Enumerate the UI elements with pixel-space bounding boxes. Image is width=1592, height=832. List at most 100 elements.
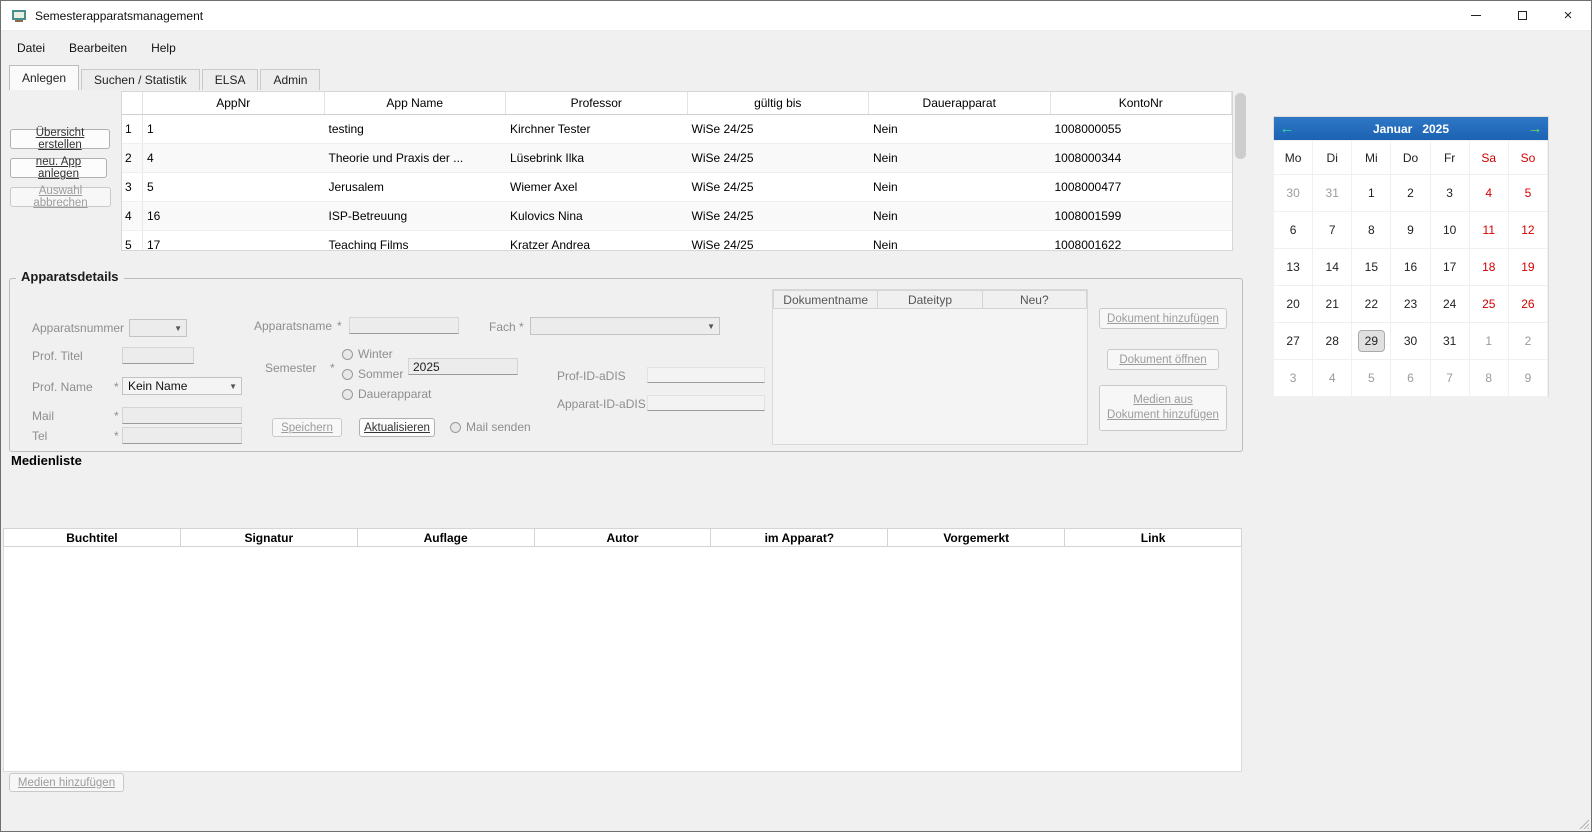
mail-senden-checkbox[interactable]: Mail senden xyxy=(450,420,531,434)
apps-column-header[interactable]: gültig bis xyxy=(688,92,870,114)
calendar-day[interactable]: 5 xyxy=(1351,359,1391,397)
fach-combo[interactable]: ▼ xyxy=(530,317,720,335)
tab-admin[interactable]: Admin xyxy=(260,69,320,90)
apps-table-row[interactable]: 24Theorie und Praxis der ...Lüsebrink Il… xyxy=(122,144,1232,173)
calendar-day[interactable]: 21 xyxy=(1312,285,1352,323)
media-column-header[interactable]: Vorgemerkt xyxy=(887,528,1065,547)
calendar-day[interactable]: 12 xyxy=(1508,211,1548,249)
apps-table-row[interactable]: 35JerusalemWiemer AxelWiSe 24/25Nein1008… xyxy=(122,173,1232,202)
calendar-day[interactable]: 3 xyxy=(1273,359,1313,397)
close-button[interactable]: × xyxy=(1545,1,1591,30)
calendar-day[interactable]: 10 xyxy=(1430,211,1470,249)
apps-table-row[interactable]: 517Teaching FilmsKratzer AndreaWiSe 24/2… xyxy=(122,231,1232,251)
tel-input[interactable] xyxy=(122,427,242,444)
apps-table-scrollbar[interactable] xyxy=(1233,91,1248,251)
calendar-day[interactable]: 16 xyxy=(1390,248,1430,286)
menu-datei[interactable]: Datei xyxy=(5,37,57,59)
mail-input[interactable] xyxy=(122,407,242,424)
tab-elsa[interactable]: ELSA xyxy=(202,69,259,90)
calendar-day[interactable]: 15 xyxy=(1351,248,1391,286)
calendar-day[interactable]: 2 xyxy=(1390,174,1430,212)
apps-column-header[interactable]: KontoNr xyxy=(1051,92,1233,114)
tab-anlegen[interactable]: Anlegen xyxy=(9,65,79,90)
calendar-day[interactable]: 4 xyxy=(1469,174,1509,212)
calendar-day[interactable]: 29 xyxy=(1351,322,1391,360)
calendar-day[interactable]: 31 xyxy=(1430,322,1470,360)
media-column-header[interactable]: im Apparat? xyxy=(710,528,888,547)
calendar-day[interactable]: 13 xyxy=(1273,248,1313,286)
winter-radio[interactable]: Winter xyxy=(342,347,393,361)
calendar-day[interactable]: 2 xyxy=(1508,322,1548,360)
speichern-button[interactable]: Speichern xyxy=(272,418,342,437)
tab-suchen-statistik[interactable]: Suchen / Statistik xyxy=(81,69,200,90)
aktualisieren-button[interactable]: Aktualisieren xyxy=(359,418,435,437)
media-column-header[interactable]: Autor xyxy=(534,528,712,547)
media-column-header[interactable]: Auflage xyxy=(357,528,535,547)
apparat-id-adis-input[interactable] xyxy=(647,395,765,411)
calendar-day[interactable]: 8 xyxy=(1351,211,1391,249)
semester-year-input[interactable] xyxy=(408,358,518,375)
prof-id-adis-input[interactable] xyxy=(647,367,765,383)
calendar-day[interactable]: 9 xyxy=(1390,211,1430,249)
calendar-day[interactable]: 6 xyxy=(1273,211,1313,249)
menu-bearbeiten[interactable]: Bearbeiten xyxy=(57,37,139,59)
resize-grip[interactable] xyxy=(1577,817,1589,829)
uebersicht-erstellen-button[interactable]: Übersicht erstellen xyxy=(10,129,110,149)
doc-column-dateityp[interactable]: Dateityp xyxy=(877,290,982,309)
apps-column-header[interactable]: Professor xyxy=(506,92,688,114)
neue-app-anlegen-button[interactable]: neu. App anlegen xyxy=(10,158,107,178)
calendar-month[interactable]: Januar xyxy=(1373,122,1412,136)
prof-name-combo[interactable]: Kein Name ▼ xyxy=(122,377,242,395)
apps-column-header[interactable]: Dauerapparat xyxy=(869,92,1051,114)
calendar-day[interactable]: 3 xyxy=(1430,174,1470,212)
calendar-day[interactable]: 11 xyxy=(1469,211,1509,249)
calendar-day[interactable]: 7 xyxy=(1430,359,1470,397)
calendar-day[interactable]: 18 xyxy=(1469,248,1509,286)
apparatsname-input[interactable] xyxy=(349,317,459,334)
calendar-day[interactable]: 17 xyxy=(1430,248,1470,286)
scrollbar-thumb[interactable] xyxy=(1235,93,1246,159)
calendar-year[interactable]: 2025 xyxy=(1422,122,1449,136)
media-column-header[interactable]: Buchtitel xyxy=(3,528,181,547)
calendar-day[interactable]: 28 xyxy=(1312,322,1352,360)
calendar-day[interactable]: 6 xyxy=(1390,359,1430,397)
minimize-button[interactable] xyxy=(1453,1,1499,30)
prof-titel-input[interactable] xyxy=(122,347,194,364)
calendar-day[interactable]: 1 xyxy=(1351,174,1391,212)
calendar-day[interactable]: 1 xyxy=(1469,322,1509,360)
dokument-oeffnen-button[interactable]: Dokument öffnen xyxy=(1107,349,1219,370)
doc-column-dokumentname[interactable]: Dokumentname xyxy=(773,290,878,309)
medien-aus-dokument-button[interactable]: Medien aus Dokument hinzufügen xyxy=(1099,385,1227,431)
dokument-hinzufuegen-button[interactable]: Dokument hinzufügen xyxy=(1099,308,1227,329)
calendar-day[interactable]: 14 xyxy=(1312,248,1352,286)
calendar-day[interactable]: 22 xyxy=(1351,285,1391,323)
calendar-day[interactable]: 30 xyxy=(1390,322,1430,360)
calendar-day[interactable]: 25 xyxy=(1469,285,1509,323)
calendar-day[interactable]: 19 xyxy=(1508,248,1548,286)
maximize-button[interactable] xyxy=(1499,1,1545,30)
apps-column-header[interactable]: App Name xyxy=(325,92,507,114)
calendar-day[interactable]: 4 xyxy=(1312,359,1352,397)
medien-hinzufuegen-button[interactable]: Medien hinzufügen xyxy=(9,773,124,792)
calendar-day[interactable]: 5 xyxy=(1508,174,1548,212)
media-column-header[interactable]: Signatur xyxy=(180,528,358,547)
calendar-day[interactable]: 9 xyxy=(1508,359,1548,397)
calendar-day[interactable]: 7 xyxy=(1312,211,1352,249)
apps-column-header[interactable]: AppNr xyxy=(143,92,325,114)
apparatsnummer-combo[interactable]: ▼ xyxy=(129,319,187,337)
doc-column-neu[interactable]: Neu? xyxy=(982,290,1087,309)
calendar-day[interactable]: 20 xyxy=(1273,285,1313,323)
calendar-next-button[interactable]: → xyxy=(1522,117,1548,141)
calendar-day[interactable]: 30 xyxy=(1273,174,1313,212)
apps-table-row[interactable]: 11testingKirchner TesterWiSe 24/25Nein10… xyxy=(122,115,1232,144)
calendar-day[interactable]: 24 xyxy=(1430,285,1470,323)
calendar-day[interactable]: 31 xyxy=(1312,174,1352,212)
calendar-day[interactable]: 8 xyxy=(1469,359,1509,397)
sommer-radio[interactable]: Sommer xyxy=(342,367,403,381)
calendar-prev-button[interactable]: ← xyxy=(1274,117,1300,141)
menu-help[interactable]: Help xyxy=(139,37,188,59)
auswahl-abbrechen-button[interactable]: Auswahl abbrechen xyxy=(10,187,111,207)
calendar-day[interactable]: 27 xyxy=(1273,322,1313,360)
dauerapparat-radio[interactable]: Dauerapparat xyxy=(342,387,431,401)
calendar-day[interactable]: 26 xyxy=(1508,285,1548,323)
